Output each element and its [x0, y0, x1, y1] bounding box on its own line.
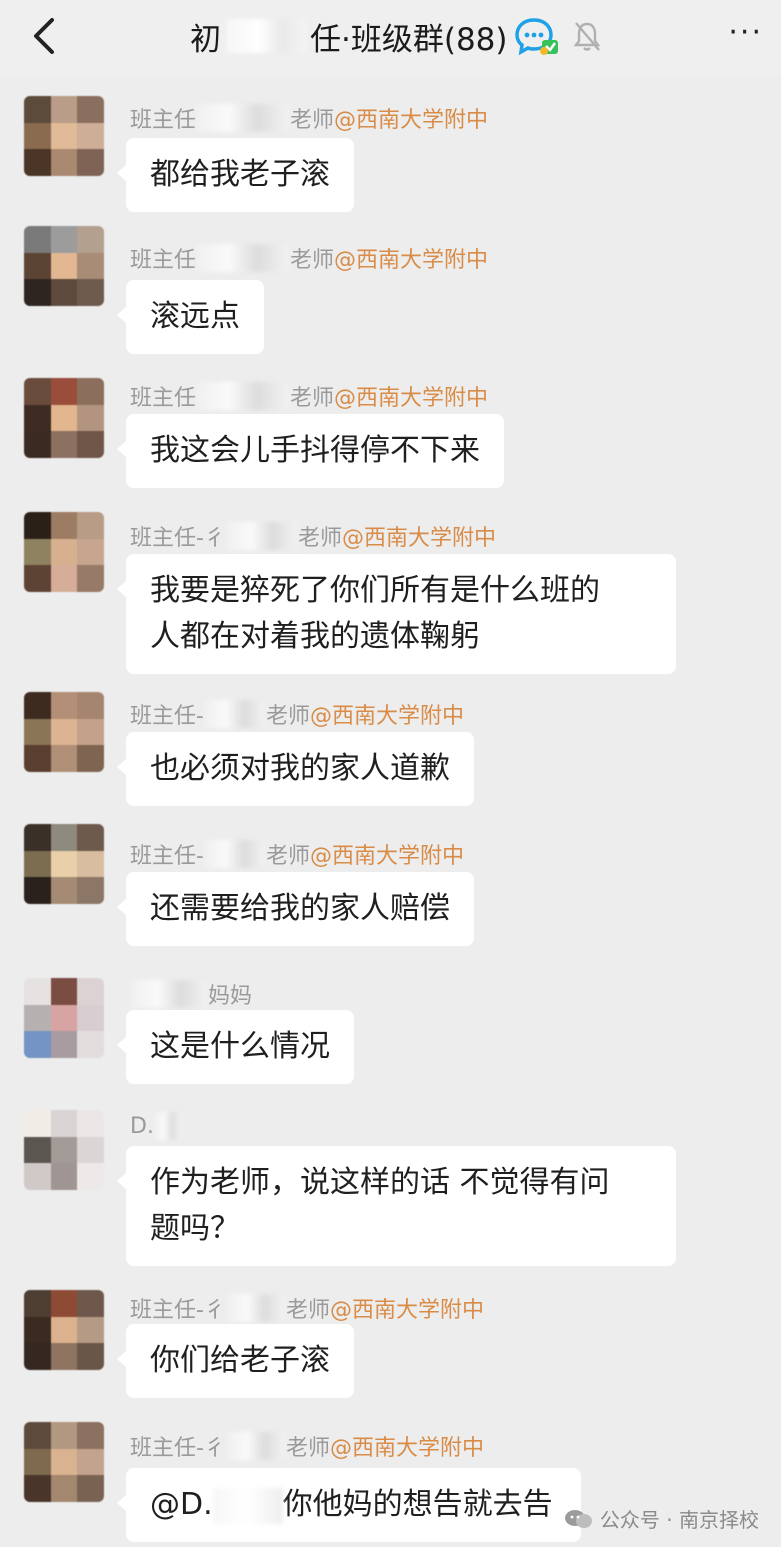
sender-school: @西南大学附中 [309, 844, 464, 869]
sender-school: @西南大学附中 [329, 1436, 484, 1461]
sender-suffix: 老师 [290, 386, 335, 411]
more-options-button[interactable]: ··· [728, 18, 763, 48]
avatar[interactable] [24, 96, 104, 176]
sender-name: 班主任- 老师 @西南大学附中 [130, 698, 464, 730]
sender-prefix: 班主任 [130, 386, 197, 411]
sender-name: 班主任-彳 老师 @西南大学附中 [130, 1430, 484, 1462]
sender-suffix: 老师 [285, 1298, 330, 1323]
sender-name: 班主任 老师 @西南大学附中 [130, 242, 488, 274]
name-redaction [197, 382, 290, 410]
back-arrow-icon[interactable] [26, 12, 62, 60]
sender-prefix: 班主任-彳 [130, 526, 226, 551]
message-bubble[interactable]: 我要是猝死了你们所有是什么班的 人都在对着我的遗体鞠躬 [117, 554, 676, 674]
sender-school: @西南大学附中 [329, 1298, 484, 1323]
chat-header: 初 任·班级群(88) ··· [0, 0, 781, 76]
name-redaction [131, 980, 207, 1008]
name-redaction [204, 700, 265, 728]
message-line: 我要是猝死了你们所有是什么班的 [150, 573, 600, 608]
sender-name: 班主任 老师 @西南大学附中 [130, 102, 488, 134]
title-group-name: 任·班级群(88) [310, 21, 508, 58]
qq-group-icon[interactable] [514, 16, 560, 56]
sender-name: 班主任 老师 @西南大学附中 [130, 380, 488, 412]
message-bubble[interactable]: 你们给老子滚 [117, 1324, 354, 1398]
wechat-official-account-icon [564, 1509, 592, 1528]
sender-name: D. [130, 1112, 182, 1140]
sender-prefix: 班主任- [130, 844, 204, 869]
sender-name: 班主任-彳 老师 @西南大学附中 [130, 1292, 484, 1324]
title-prefix: 初 [190, 21, 222, 58]
watermark-label: 公众号 · 南京择校 [599, 1508, 759, 1532]
message-line: 作为老师，说这样的话 不觉得有问 [150, 1165, 610, 1200]
name-redaction [197, 104, 290, 132]
message-bubble[interactable]: @D. 你他妈的想告就去告 [117, 1468, 581, 1542]
sender-suffix: 老师 [290, 108, 335, 133]
sender-suffix: 老师 [265, 704, 310, 729]
message-bubble[interactable]: 也必须对我的家人道歉 [117, 732, 474, 806]
avatar[interactable] [24, 1290, 104, 1370]
sender-school: @西南大学附中 [334, 108, 489, 133]
avatar[interactable] [24, 824, 104, 904]
sender-prefix: 班主任 [130, 248, 197, 273]
sender-school: @西南大学附中 [341, 526, 496, 551]
avatar[interactable] [24, 1422, 104, 1502]
name-redaction [204, 840, 265, 868]
sender-suffix: 老师 [290, 248, 335, 273]
sender-school: @西南大学附中 [334, 386, 489, 411]
sender-prefix: 班主任- [130, 704, 204, 729]
name-redaction [226, 1294, 285, 1322]
sender-name: 班主任- 老师 @西南大学附中 [130, 838, 464, 870]
avatar[interactable] [24, 692, 104, 772]
sender-prefix: 班主任 [130, 108, 197, 133]
title-redaction [226, 19, 306, 53]
message-bubble[interactable]: 滚远点 [117, 280, 264, 354]
sender-suffix: 老师 [297, 526, 342, 551]
sender-name: 妈妈 [130, 978, 252, 1010]
avatar[interactable] [24, 512, 104, 592]
avatar[interactable] [24, 378, 104, 458]
message-text: 你他妈的想告就去告 [282, 1487, 553, 1522]
name-redaction [226, 1432, 285, 1460]
message-bubble[interactable]: 我这会儿手抖得停不下来 [117, 414, 504, 488]
chat-title: 初 任·班级群(88) [190, 14, 602, 58]
message-line: 人都在对着我的遗体鞠躬 [150, 619, 480, 654]
message-bubble[interactable]: 都给我老子滚 [117, 138, 354, 212]
mention[interactable]: @D. [150, 1487, 213, 1522]
avatar[interactable] [24, 1110, 104, 1190]
message-line: 题吗？ [150, 1211, 240, 1246]
sender-prefix: 班主任-彳 [130, 1298, 226, 1323]
sender-school: @西南大学附中 [334, 248, 489, 273]
mention-redaction [212, 1487, 283, 1524]
avatar[interactable] [24, 978, 104, 1058]
name-redaction [197, 244, 290, 272]
message-bubble[interactable]: 作为老师，说这样的话 不觉得有问 题吗？ [117, 1146, 676, 1266]
name-redaction [154, 1112, 181, 1140]
mute-bell-icon[interactable] [572, 20, 602, 52]
avatar[interactable] [24, 226, 104, 306]
sender-suffix: 妈妈 [208, 984, 253, 1009]
message-bubble[interactable]: 这是什么情况 [117, 1010, 354, 1084]
sender-prefix: D. [130, 1113, 154, 1139]
sender-school: @西南大学附中 [309, 704, 464, 729]
sender-name: 班主任-彳 老师 @西南大学附中 [130, 520, 496, 552]
sender-suffix: 老师 [285, 1436, 330, 1461]
sender-prefix: 班主任-彳 [130, 1436, 226, 1461]
watermark: 公众号 · 南京择校 [564, 1504, 759, 1533]
sender-suffix: 老师 [265, 844, 310, 869]
name-redaction [226, 522, 297, 550]
message-bubble[interactable]: 还需要给我的家人赔偿 [117, 872, 474, 946]
